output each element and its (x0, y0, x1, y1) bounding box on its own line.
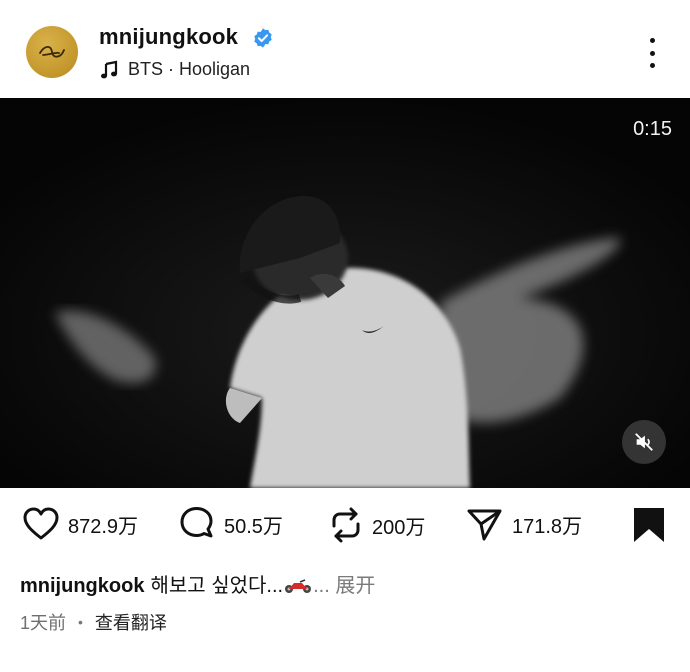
heart-icon (23, 507, 59, 540)
repost-button[interactable]: 200万 (328, 506, 425, 544)
post-username[interactable]: mnijungkook (99, 24, 238, 50)
like-count: 872.9万 (68, 515, 139, 538)
send-icon (467, 509, 502, 541)
share-count: 171.8万 (512, 515, 583, 538)
caption-username[interactable]: mnijungkook (20, 575, 144, 597)
comment-button[interactable]: 50.5万 (178, 506, 283, 542)
post-caption: mnijungkook 해보고 싶었다... ... 展开 (20, 569, 375, 598)
meta-separator: • (78, 614, 83, 630)
comment-count: 50.5万 (224, 515, 283, 538)
more-dot-icon (649, 63, 655, 68)
repost-count: 200万 (372, 516, 426, 539)
verified-badge-icon (254, 28, 272, 48)
post-meta: 1天前 • 查看翻译 (20, 609, 167, 635)
like-button[interactable]: 872.9万 (22, 506, 138, 542)
video-frame (0, 98, 690, 488)
expand-caption-link[interactable]: ... 展开 (313, 575, 375, 597)
video-player[interactable]: 0:15 (0, 98, 690, 488)
repost-icon (332, 507, 360, 543)
more-dot-icon (649, 38, 655, 43)
music-info[interactable]: BTS · Hooligan (99, 59, 250, 80)
motorcycle-icon (285, 579, 312, 593)
action-bar: 872.9万 50.5万 200万 171.8万 (0, 500, 690, 550)
post-header: mnijungkook BTS · Hooligan (0, 0, 690, 98)
caption-text: 해보고 싶었다... (150, 575, 284, 597)
more-dot-icon (649, 50, 655, 56)
save-button[interactable] (632, 506, 666, 549)
translate-link[interactable]: 查看翻译 (95, 609, 167, 635)
music-label: BTS · Hooligan (128, 59, 251, 79)
avatar-logo-icon (39, 45, 65, 58)
more-options-button[interactable] (640, 38, 664, 68)
post-timestamp: 1天前 (20, 613, 67, 633)
share-button[interactable]: 171.8万 (466, 506, 582, 542)
comment-icon (180, 507, 213, 538)
music-note-icon (101, 60, 118, 78)
speaker-muted-icon (635, 433, 653, 451)
avatar[interactable] (26, 26, 78, 78)
video-timer: 0:15 (633, 118, 672, 140)
bookmark-icon (634, 508, 664, 542)
mute-toggle-button[interactable] (622, 420, 666, 464)
